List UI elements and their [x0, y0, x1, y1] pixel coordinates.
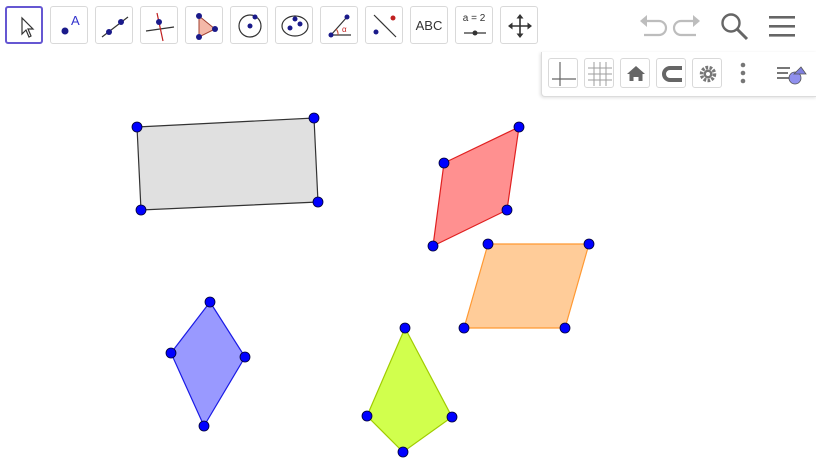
- angle-tool[interactable]: α: [320, 6, 358, 44]
- vertex-point[interactable]: [198, 420, 210, 432]
- vertex-point[interactable]: [239, 351, 251, 363]
- vertex-point[interactable]: [513, 121, 525, 133]
- polygon-tool[interactable]: [185, 6, 223, 44]
- vertex-point[interactable]: [308, 112, 320, 124]
- vertex-point[interactable]: [559, 322, 571, 334]
- vertex-point[interactable]: [501, 204, 513, 216]
- toolbar: A α ABC a = 2: [0, 0, 816, 52]
- text-icon: ABC: [415, 17, 443, 33]
- search-button[interactable]: [716, 8, 752, 44]
- gray-quadrilateral[interactable]: [131, 112, 324, 216]
- slider-icon: [464, 30, 486, 36]
- vertex-point[interactable]: [361, 410, 373, 422]
- vertex-point[interactable]: [427, 240, 439, 252]
- ellipse-tool[interactable]: [275, 6, 313, 44]
- reflect-icon: [373, 14, 397, 38]
- vertex-point[interactable]: [204, 296, 216, 308]
- vertex-point[interactable]: [438, 157, 450, 169]
- perpendicular-line-tool[interactable]: [140, 6, 178, 44]
- point-icon: A: [61, 13, 80, 35]
- hamburger-menu-icon: [769, 16, 795, 37]
- ellipse-icon: [281, 15, 309, 37]
- redo-icon: [672, 15, 700, 37]
- slider-tool[interactable]: a = 2: [455, 6, 493, 44]
- vertex-point[interactable]: [312, 196, 324, 208]
- line-tool[interactable]: [95, 6, 133, 44]
- circle-center-point-tool[interactable]: [230, 6, 268, 44]
- red-quadrilateral[interactable]: [427, 121, 525, 252]
- graphics-view[interactable]: [0, 52, 816, 468]
- circle-center-icon: [238, 14, 262, 38]
- vertex-point[interactable]: [399, 322, 411, 334]
- undo-button[interactable]: [634, 8, 670, 44]
- text-tool[interactable]: ABC: [410, 6, 448, 44]
- blue-quadrilateral[interactable]: [165, 296, 251, 432]
- move-arrows-icon: [508, 14, 532, 38]
- vertex-point[interactable]: [131, 121, 143, 133]
- move-tool[interactable]: [5, 6, 43, 44]
- vertex-point[interactable]: [482, 238, 494, 250]
- vertex-point[interactable]: [135, 204, 147, 216]
- search-icon: [721, 13, 749, 41]
- svg-text:α: α: [342, 25, 347, 34]
- polygon-icon: [196, 13, 218, 40]
- vertex-point[interactable]: [397, 446, 409, 458]
- vertex-point[interactable]: [583, 238, 595, 250]
- menu-button[interactable]: [764, 8, 800, 44]
- perpendicular-line-icon: [145, 12, 175, 42]
- redo-button[interactable]: [670, 8, 706, 44]
- angle-icon: α: [328, 14, 351, 38]
- vertex-point[interactable]: [458, 322, 470, 334]
- arrow-cursor-icon: [21, 16, 35, 38]
- vertex-point[interactable]: [446, 411, 458, 423]
- orange-quadrilateral[interactable]: [458, 238, 595, 334]
- green-quadrilateral[interactable]: [361, 322, 458, 458]
- point-tool[interactable]: A: [50, 6, 88, 44]
- line-icon: [101, 16, 129, 38]
- svg-text:A: A: [71, 13, 80, 28]
- vertex-point[interactable]: [165, 347, 177, 359]
- undo-icon: [640, 15, 668, 37]
- reflect-tool[interactable]: [365, 6, 403, 44]
- move-graphics-view-tool[interactable]: [500, 6, 538, 44]
